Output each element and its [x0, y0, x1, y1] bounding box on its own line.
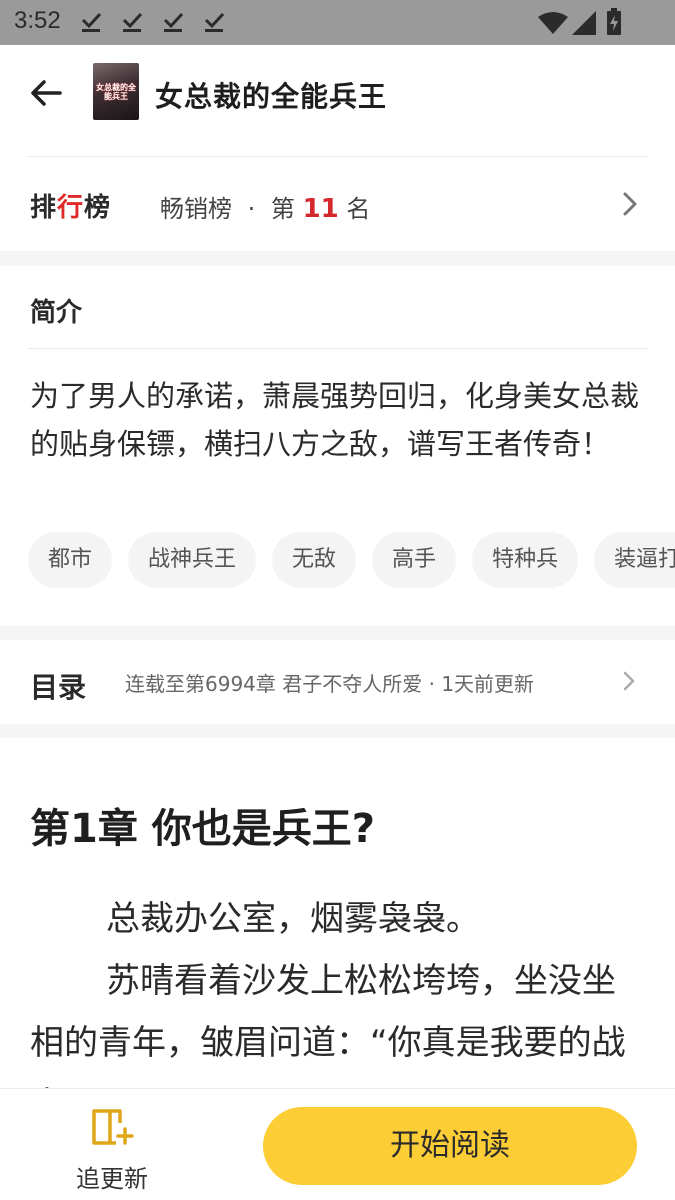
tag-chip[interactable]: 高手	[372, 532, 457, 588]
book-cover[interactable]: 女总裁的全能兵王	[93, 63, 139, 120]
book-add-icon	[92, 1109, 134, 1145]
ranking-logo: 排行榜	[30, 193, 112, 223]
follow-updates-label: 追更新	[76, 1165, 148, 1193]
catalog-title: 目录	[30, 671, 87, 704]
rank-suffix: 名	[346, 195, 371, 223]
back-arrow-icon[interactable]	[26, 73, 66, 113]
intro-title: 简介	[30, 298, 83, 328]
tag-chip[interactable]: 都市	[28, 532, 113, 588]
divider	[28, 348, 647, 349]
download-done-icon	[163, 12, 184, 32]
tag-chip[interactable]: 战神兵王	[128, 532, 257, 588]
rank-prefix: 第	[270, 195, 295, 223]
chevron-right-icon	[623, 671, 635, 691]
battery-charging-icon	[607, 8, 621, 35]
book-title: 女总裁的全能兵王	[155, 80, 388, 113]
start-reading-button[interactable]: 开始阅读	[263, 1107, 637, 1185]
tag-chip[interactable]: 装逼打脸	[594, 532, 675, 588]
status-time: 3:52	[14, 7, 61, 34]
ranking-list-name: 畅销榜	[160, 195, 232, 223]
catalog-row[interactable]: 目录 连载至第6994章 君子不夺人所爱 · 1天前更新	[0, 640, 675, 724]
cover-title: 女总裁的全能兵王	[96, 83, 136, 101]
wifi-icon	[538, 12, 568, 34]
chevron-right-icon	[623, 192, 637, 216]
chapter-paragraph: 苏晴看着沙发上松松垮垮，坐没坐相的青年，皱眉问道：“你真是我要的战士?”	[30, 961, 626, 1088]
bottom-action-bar: 追更新 开始阅读	[0, 1088, 675, 1200]
tag-list: 都市战神兵王无敌高手特种兵装逼打脸	[28, 532, 675, 588]
download-done-icon	[204, 12, 225, 32]
intro-section: 简介 为了男人的承诺，萧晨强势回归，化身美女总裁的贴身保镖，横扫八方之敌，谱写王…	[0, 266, 675, 626]
chapter-preview: 第1章 你也是兵王? 总裁办公室，烟雾袅袅。 苏晴看着沙发上松松垮垮，坐没坐相的…	[0, 738, 675, 1088]
tag-chip[interactable]: 特种兵	[472, 532, 579, 588]
signal-icon	[572, 11, 596, 35]
book-header: 女总裁的全能兵王 女总裁的全能兵王	[0, 45, 675, 155]
section-gap	[0, 724, 675, 738]
ranking-text: 畅销榜 · 第 11 名	[160, 189, 370, 224]
follow-updates-button[interactable]: 追更新	[62, 1103, 162, 1193]
chapter-title: 第1章 你也是兵王?	[30, 806, 375, 852]
intro-text: 为了男人的承诺，萧晨强势回归，化身美女总裁的贴身保镖，横扫八方之敌，谱写王者传奇…	[30, 379, 640, 461]
section-gap	[0, 626, 675, 640]
rank-number: 11	[302, 194, 339, 224]
section-gap	[0, 251, 675, 266]
tag-chip[interactable]: 无敌	[272, 532, 357, 588]
ranking-separator: ·	[247, 195, 256, 223]
download-done-icon	[122, 12, 143, 32]
download-done-icon	[81, 12, 102, 32]
chapter-body: 总裁办公室，烟雾袅袅。 苏晴看着沙发上松松垮垮，坐没坐相的青年，皱眉问道：“你真…	[30, 888, 645, 1088]
ranking-row[interactable]: 排行榜 畅销榜 · 第 11 名	[0, 157, 675, 251]
status-bar: 3:52	[0, 0, 675, 45]
catalog-latest-info: 连载至第6994章 君子不夺人所爱 · 1天前更新	[125, 672, 535, 696]
chapter-paragraph: 总裁办公室，烟雾袅袅。	[106, 899, 480, 939]
